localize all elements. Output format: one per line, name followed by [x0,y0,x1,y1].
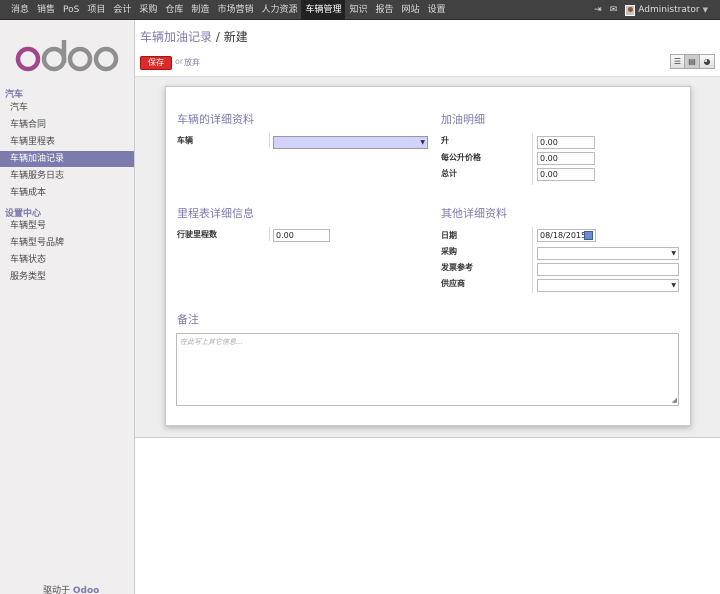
calendar-icon[interactable] [584,231,593,240]
chat-icon[interactable]: ✉ [610,5,618,15]
dropdown-arrow-icon: ▼ [671,282,676,289]
sidebar-item[interactable]: 汽车 [0,100,134,116]
notes-textarea[interactable]: 在此写上其它信息... ◢ [176,333,679,406]
form-sheet: 车辆的详细资料 车辆 ▼ 加油明细 升 0.00 每公升价格 0.00 总计 0… [165,86,691,426]
date-label: 日期 [441,231,457,240]
vehicle-section-title: 车辆的详细资料 [177,113,254,126]
or-text: or [175,57,184,66]
menu-item[interactable]: 会计 [109,0,135,20]
avatar [625,4,636,16]
field-divider [532,227,533,293]
odometer-input[interactable]: 0.00 [273,229,330,242]
logout-icon[interactable]: ⇥ [594,5,602,15]
vendor-select[interactable]: ▼ [537,279,679,292]
content-divider [135,437,720,438]
save-button[interactable]: 保存 [140,56,172,70]
menu-item[interactable]: 知识 [345,0,371,20]
menu-item[interactable]: 项目 [83,0,109,20]
sidebar-section-title: 汽车 [5,90,24,100]
form-view-icon[interactable]: ▤ [685,54,700,69]
field-divider [269,227,270,241]
field-divider [532,133,533,185]
sidebar-item[interactable]: 车辆型号品牌 [0,235,134,251]
odometer-label: 行驶里程数 [177,230,217,239]
vehicle-label: 车辆 [177,136,193,145]
sidebar-item[interactable]: 车辆状态 [0,252,134,268]
total-label: 总计 [441,169,457,178]
menu-item[interactable]: 采购 [135,0,161,20]
topbar-right: ⇥ ✉ Administrator ▼ [594,0,708,20]
price-per-liter-input[interactable]: 0.00 [537,152,595,165]
main-menu: 消息 销售 PoS 项目 会计 采购 仓库 制造 市场营销 人力资源 车辆管理 知识 报告 网站 设置 [7,0,450,20]
powered-prefix: 驱动于 [43,586,71,594]
dropdown-arrow-icon: ▼ [671,250,676,257]
user-name: Administrator [638,5,700,15]
breadcrumb: 车辆加油记录 / 新建 [140,28,248,45]
odoo-logo [15,40,119,72]
vendor-label: 供应商 [441,279,465,288]
menu-item[interactable]: 车辆管理 [301,0,346,20]
sidebar-item[interactable]: 车辆成本 [0,185,134,201]
breadcrumb-separator: / [215,30,220,44]
invoice-ref-label: 发票参考 [441,263,473,272]
purchaser-select[interactable]: ▼ [537,247,679,260]
menu-item[interactable]: 报告 [372,0,398,20]
sidebar-item[interactable]: 车辆型号 [0,218,134,234]
discard-button[interactable]: 放弃 [184,57,200,68]
price-per-liter-label: 每公升价格 [441,153,481,162]
menu-item[interactable]: 消息 [7,0,33,20]
purchaser-label: 采购 [441,247,457,256]
refuel-section-title: 加油明细 [441,113,485,126]
breadcrumb-link[interactable]: 车辆加油记录 [140,30,212,44]
invoice-ref-input[interactable] [537,263,679,276]
menu-item[interactable]: 仓库 [161,0,187,20]
sidebar-item[interactable]: 车辆加油记录 [0,151,134,167]
dropdown-arrow-icon: ▼ [420,139,425,146]
field-divider [269,133,270,147]
list-view-icon[interactable]: ☰ [670,54,685,69]
breadcrumb-current: 新建 [223,30,248,44]
sidebar-item[interactable]: 车辆服务日志 [0,168,134,184]
menu-item[interactable]: 制造 [187,0,213,20]
vehicle-select[interactable]: ▼ [273,136,428,149]
resize-handle-icon[interactable]: ◢ [672,396,677,404]
chevron-down-icon: ▼ [702,6,708,14]
powered-by: 驱动于 Odoo [43,583,99,594]
menu-item[interactable]: 市场营销 [213,0,257,20]
user-menu[interactable]: Administrator ▼ [625,4,708,16]
odometer-section-title: 里程表详细信息 [177,207,254,220]
menu-item[interactable]: 人力资源 [257,0,301,20]
graph-view-icon[interactable]: ◕ [700,54,715,69]
date-input[interactable]: 08/18/2015 [537,229,596,242]
powered-brand-link[interactable]: Odoo [73,586,99,594]
sidebar-item[interactable]: 车辆合同 [0,117,134,133]
menu-item[interactable]: 设置 [424,0,450,20]
date-value: 08/18/2015 [540,231,587,240]
menu-item[interactable]: 网站 [398,0,424,20]
notes-placeholder: 在此写上其它信息... [180,338,243,346]
sidebar-item[interactable]: 车辆里程表 [0,134,134,150]
liter-input[interactable]: 0.00 [537,136,595,149]
menu-item[interactable]: PoS [59,0,83,20]
notes-section-title: 备注 [177,313,199,326]
sidebar: 汽车 汽车 车辆合同 车辆里程表 车辆加油记录 车辆服务日志 车辆成本 设置中心 车辆型号 车辆型… [0,20,135,594]
total-input[interactable]: 0.00 [537,168,595,181]
top-navbar: 消息 销售 PoS 项目 会计 采购 仓库 制造 市场营销 人力资源 车辆管理 知识 报告 网站 设置 ⇥ … [0,0,720,20]
liter-label: 升 [441,136,449,145]
other-section-title: 其他详细资料 [441,207,507,220]
menu-item[interactable]: 销售 [33,0,59,20]
sidebar-item[interactable]: 服务类型 [0,269,134,285]
view-switcher: ☰ ▤ ◕ [670,54,715,69]
